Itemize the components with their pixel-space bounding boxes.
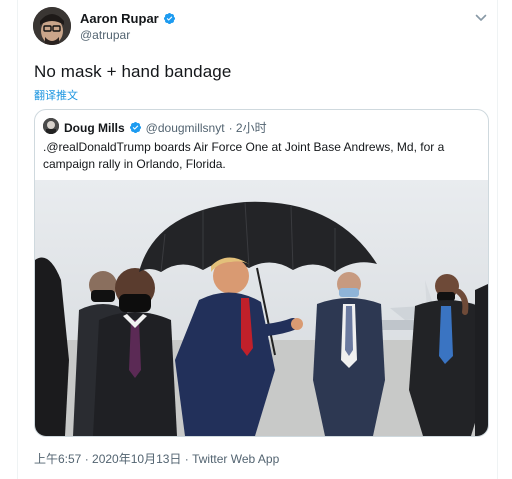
timeline-border-right	[497, 0, 498, 479]
mention-link[interactable]: .@realDonaldTrump	[43, 140, 151, 154]
quoted-avatar[interactable]	[43, 118, 59, 134]
quoted-tweet-text: .@realDonaldTrump boards Air Force One a…	[43, 139, 473, 173]
tweet-source-link[interactable]: Twitter Web App	[192, 452, 279, 466]
meta-separator: ·	[181, 452, 193, 466]
more-options-button[interactable]	[474, 11, 488, 25]
verified-badge-icon	[129, 121, 141, 134]
tweet-meta: 上午6:57 · 2020年10月13日 · Twitter Web App	[34, 450, 279, 467]
quoted-author-handle[interactable]: @dougmillsnyt	[146, 121, 225, 135]
verified-badge-icon	[163, 12, 175, 25]
quoted-author-name[interactable]: Doug Mills	[64, 121, 125, 135]
chevron-down-icon	[475, 14, 487, 21]
quoted-tweet-photo[interactable]	[35, 180, 488, 436]
tweet-page: Aaron Rupar @atrupar No mask + hand band…	[0, 0, 512, 479]
timeline-border-left	[17, 0, 18, 479]
tweet-text: No mask + hand bandage	[34, 62, 232, 81]
quoted-header: Doug Mills @dougmillsnyt · 2小时	[64, 119, 267, 136]
author-handle[interactable]: @atrupar	[80, 28, 130, 42]
tweet-timestamp[interactable]: 上午6:57 · 2020年10月13日	[34, 452, 181, 466]
author-name[interactable]: Aaron Rupar	[80, 11, 176, 26]
translate-tweet-link[interactable]: 翻译推文	[34, 87, 78, 103]
quoted-timestamp[interactable]: · 2小时	[229, 119, 267, 136]
author-name-text[interactable]: Aaron Rupar	[80, 11, 159, 26]
quoted-tweet-card[interactable]: Doug Mills @dougmillsnyt · 2小时 .@realDon…	[34, 109, 489, 437]
avatar[interactable]	[33, 7, 71, 45]
